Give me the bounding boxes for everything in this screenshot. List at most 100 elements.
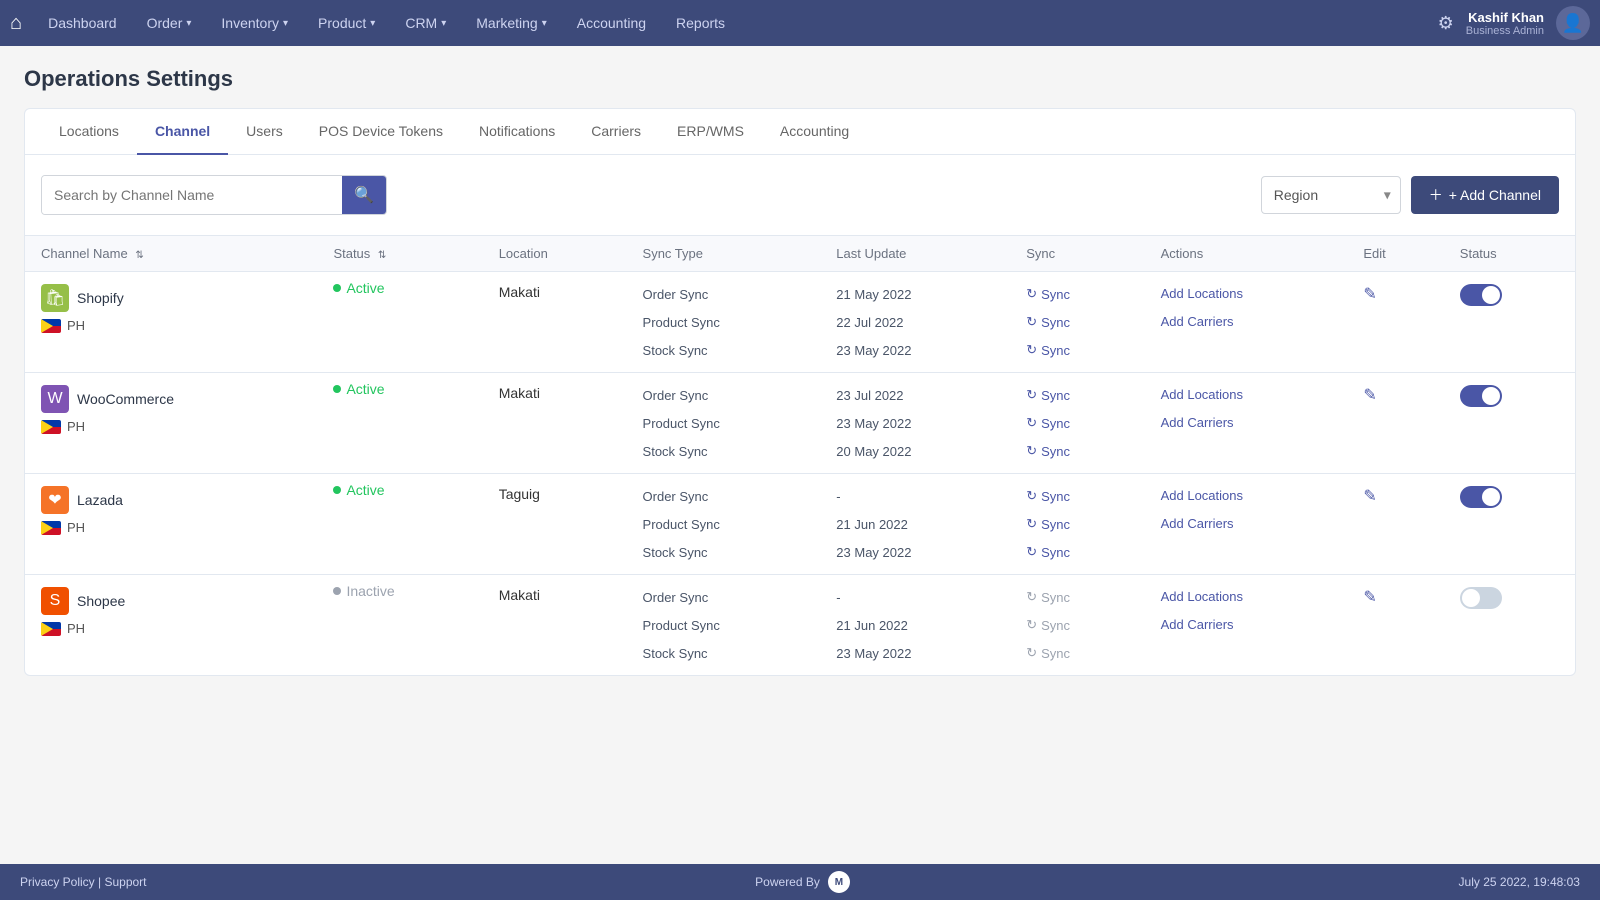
status-badge: Active (333, 381, 466, 397)
col-header-sync: Sync (1010, 236, 1144, 272)
status-toggle[interactable] (1460, 486, 1502, 508)
nav-crm[interactable]: CRM ▾ (391, 0, 460, 46)
add-carriers-link[interactable]: Add Carriers (1161, 510, 1332, 538)
edit-cell[interactable]: ✎ (1347, 474, 1443, 575)
sync-cell[interactable]: ↻ Sync ↻ Sync ↻ Sync (1010, 373, 1144, 474)
tab-channel[interactable]: Channel (137, 109, 228, 155)
status-toggle[interactable] (1460, 587, 1502, 609)
edit-cell[interactable]: ✎ (1347, 272, 1443, 373)
sync-button[interactable]: ↻ Sync (1026, 516, 1070, 532)
sync-refresh-icon: ↻ (1026, 544, 1037, 560)
powered-by-text: Powered By (755, 875, 820, 889)
sync-button-row[interactable]: ↻ Sync (1026, 280, 1128, 308)
actions-cell[interactable]: Add Locations Add Carriers (1145, 474, 1348, 575)
status-dot-icon (333, 486, 341, 494)
sync-cell: ↻ Sync ↻ Sync ↻ Sync (1010, 575, 1144, 676)
add-locations-link[interactable]: Add Locations (1161, 280, 1332, 308)
add-locations-link[interactable]: Add Locations (1161, 482, 1332, 510)
tab-users[interactable]: Users (228, 109, 301, 155)
avatar[interactable]: 👤 (1556, 6, 1590, 40)
sync-button-row[interactable]: ↻ Sync (1026, 409, 1128, 437)
nav-product[interactable]: Product ▾ (304, 0, 389, 46)
last-update-cell: -21 Jun 202223 May 2022 (820, 575, 1010, 676)
status-cell: Inactive (317, 575, 482, 676)
sync-button-row[interactable]: ↻ Sync (1026, 510, 1128, 538)
add-carriers-link[interactable]: Add Carriers (1161, 409, 1332, 437)
sync-button-row[interactable]: ↻ Sync (1026, 336, 1128, 364)
nav-accounting[interactable]: Accounting (563, 0, 660, 46)
tab-carriers[interactable]: Carriers (573, 109, 659, 155)
add-locations-link[interactable]: Add Locations (1161, 583, 1332, 611)
table-row: W WooCommerce PH Active Makati Order Syn… (25, 373, 1575, 474)
nav-dashboard[interactable]: Dashboard (34, 0, 131, 46)
col-header-toggle-status: Status (1444, 236, 1575, 272)
location-cell: Makati (483, 272, 627, 373)
sync-type-row: Stock Sync (643, 437, 805, 465)
tab-locations[interactable]: Locations (41, 109, 137, 155)
edit-button[interactable]: ✎ (1363, 284, 1376, 304)
last-update-cell: 23 Jul 202223 May 202220 May 2022 (820, 373, 1010, 474)
add-channel-button[interactable]: ＋ + Add Channel (1411, 176, 1559, 214)
status-toggle[interactable] (1460, 284, 1502, 306)
sync-button-row[interactable]: ↻ Sync (1026, 482, 1128, 510)
sync-button-row[interactable]: ↻ Sync (1026, 308, 1128, 336)
nav-marketing[interactable]: Marketing ▾ (462, 0, 561, 46)
last-update-row: 23 May 2022 (836, 538, 994, 566)
tab-notifications[interactable]: Notifications (461, 109, 573, 155)
sync-button-row[interactable]: ↻ Sync (1026, 437, 1128, 465)
actions-cell[interactable]: Add Locations Add Carriers (1145, 575, 1348, 676)
sync-button[interactable]: ↻ Sync (1026, 342, 1070, 358)
location-label: Makati (499, 381, 611, 401)
edit-button[interactable]: ✎ (1363, 587, 1376, 607)
actions-cell[interactable]: Add Locations Add Carriers (1145, 272, 1348, 373)
tab-accounting[interactable]: Accounting (762, 109, 867, 155)
toggle-cell[interactable] (1444, 575, 1575, 676)
edit-cell[interactable]: ✎ (1347, 575, 1443, 676)
product-arrow: ▾ (370, 18, 375, 29)
add-locations-link[interactable]: Add Locations (1161, 381, 1332, 409)
sync-button[interactable]: ↻ Sync (1026, 286, 1070, 302)
edit-cell[interactable]: ✎ (1347, 373, 1443, 474)
actions-cell[interactable]: Add Locations Add Carriers (1145, 373, 1348, 474)
location-label: Taguig (499, 482, 611, 502)
table-row: S Shopee PH Inactive Makati Order SyncPr… (25, 575, 1575, 676)
edit-button[interactable]: ✎ (1363, 486, 1376, 506)
nav-inventory[interactable]: Inventory ▾ (207, 0, 302, 46)
sync-button[interactable]: ↻ Sync (1026, 488, 1070, 504)
search-button[interactable]: 🔍 (342, 176, 386, 214)
sync-cell[interactable]: ↻ Sync ↻ Sync ↻ Sync (1010, 272, 1144, 373)
location-cell: Makati (483, 373, 627, 474)
toggle-cell[interactable] (1444, 474, 1575, 575)
sync-type-row: Product Sync (643, 409, 805, 437)
status-label: Active (346, 381, 384, 397)
sync-cell[interactable]: ↻ Sync ↻ Sync ↻ Sync (1010, 474, 1144, 575)
sync-button[interactable]: ↻ Sync (1026, 387, 1070, 403)
sync-type-row: Order Sync (643, 381, 805, 409)
add-carriers-link[interactable]: Add Carriers (1161, 611, 1332, 639)
search-input[interactable] (42, 176, 342, 214)
sort-icon-channel[interactable]: ⇅ (135, 250, 143, 261)
add-carriers-link[interactable]: Add Carriers (1161, 308, 1332, 336)
nav-order[interactable]: Order ▾ (133, 0, 206, 46)
status-toggle[interactable] (1460, 385, 1502, 407)
sync-button[interactable]: ↻ Sync (1026, 544, 1070, 560)
status-cell: Active (317, 272, 482, 373)
edit-button[interactable]: ✎ (1363, 385, 1376, 405)
tab-erp-wms[interactable]: ERP/WMS (659, 109, 762, 155)
sync-button-row[interactable]: ↻ Sync (1026, 538, 1128, 566)
sort-icon-status[interactable]: ⇅ (378, 250, 386, 261)
last-update-cell: -21 Jun 202223 May 2022 (820, 474, 1010, 575)
toggle-cell[interactable] (1444, 373, 1575, 474)
top-navigation: ⌂ Dashboard Order ▾ Inventory ▾ Product … (0, 0, 1600, 46)
sync-button-row[interactable]: ↻ Sync (1026, 381, 1128, 409)
home-icon[interactable]: ⌂ (10, 12, 22, 35)
nav-reports[interactable]: Reports (662, 0, 739, 46)
tab-pos-device-tokens[interactable]: POS Device Tokens (301, 109, 461, 155)
ph-flag-icon (41, 622, 61, 636)
sync-button[interactable]: ↻ Sync (1026, 314, 1070, 330)
toggle-cell[interactable] (1444, 272, 1575, 373)
sync-button[interactable]: ↻ Sync (1026, 415, 1070, 431)
settings-icon[interactable]: ⚙ (1438, 13, 1454, 34)
region-select[interactable]: Region (1261, 176, 1401, 214)
sync-button[interactable]: ↻ Sync (1026, 443, 1070, 459)
